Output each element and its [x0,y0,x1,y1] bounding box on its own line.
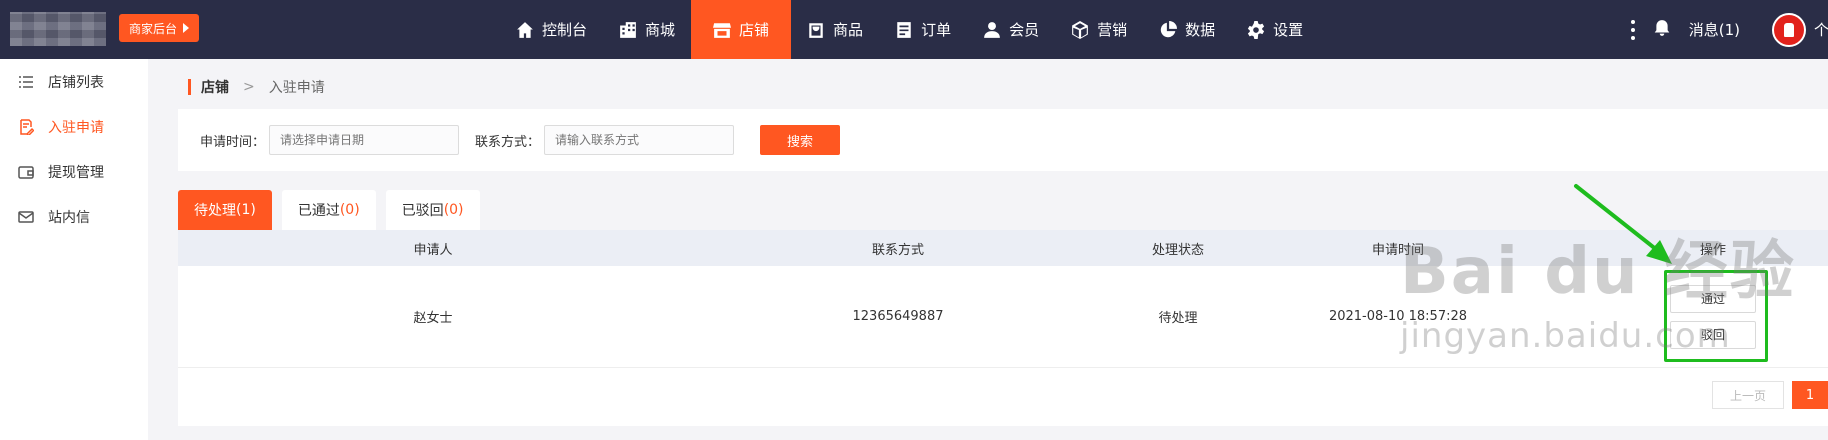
nav-label: 订单 [921,21,952,39]
date-input[interactable] [269,125,460,155]
filter-bar: 申请时间： 联系方式： 搜索 [178,109,1828,171]
breadcrumb-current: 入驻申请 [268,80,325,96]
column-header: 申请人 [413,242,453,258]
sidebar-item-label: 入驻申请 [48,119,104,136]
order-icon [897,21,911,38]
sidebar-item-inbox[interactable]: 站内信 [0,194,148,239]
nav-label: 控制台 [542,21,588,39]
caret-right-icon [183,23,189,33]
merchant-backend-label: 商家后台 [128,21,177,36]
table-row: 赵女士 12365649887 待处理 2021-08-10 18:57:28 … [178,266,1828,368]
nav-label: 数据 [1185,21,1216,39]
tab-count: (0) [339,202,360,218]
column-header: 申请时间 [1371,242,1424,258]
sidebar-item-label: 店铺列表 [48,74,104,91]
tab-label: 已通过 [297,203,340,219]
mail-icon [18,210,34,223]
nav-label: 营销 [1097,21,1128,39]
sidebar-item-withdrawal[interactable]: 提现管理 [0,149,148,194]
tab-label: 已驳回 [401,203,444,219]
shop-icon [713,22,732,38]
nav-label: 会员 [1009,21,1040,39]
user-icon [984,21,1000,38]
tab-count: (1) [236,202,256,218]
contact-cell: 12365649887 [852,309,944,324]
sidebar-item-label: 提现管理 [48,164,104,181]
avatar[interactable] [1772,12,1806,47]
applicant-cell: 赵女士 [413,311,453,326]
tab-rejected[interactable]: 已驳回 (0) [385,190,480,230]
contact-input[interactable] [544,125,735,155]
main-nav: 控制台 商城 店铺 商品 订单 会员 营销 数据 设置 [500,0,1319,59]
gear-icon [1248,20,1265,39]
contact-label: 联系方式： [475,134,541,150]
sidebar-item-shop-list[interactable]: 店铺列表 [0,59,148,104]
prev-page-button[interactable]: 上一页 [1712,381,1784,409]
page-number-button[interactable]: 1 [1792,381,1828,409]
status-cell: 待处理 [1158,311,1198,326]
tab-label: 待处理 [194,203,236,219]
pagination: 上一页 1 [1712,381,1828,409]
nav-item-shop[interactable]: 店铺 [691,0,792,59]
nav-label: 商城 [645,21,676,39]
bag-icon [809,22,823,38]
breadcrumb-home[interactable]: 店铺 [201,77,229,97]
search-button[interactable]: 搜索 [760,125,841,155]
breadcrumb-accent-bar [188,79,191,95]
column-header: 联系方式 [871,242,924,258]
application-icon [20,118,34,135]
user-name[interactable]: 个 [1814,19,1828,40]
nav-item-settings[interactable]: 设置 [1231,0,1319,59]
messages-link[interactable]: 消息(1) [1689,19,1740,40]
tab-count: (0) [443,202,464,218]
tab-approved[interactable]: 已通过 (0) [281,190,376,230]
nav-item-products[interactable]: 商品 [791,0,879,59]
sidebar-item-application[interactable]: 入驻申请 [0,104,148,149]
wallet-icon [18,165,34,179]
merchant-backend-button[interactable]: 商家后台 [119,14,199,42]
sidebar-item-label: 站内信 [48,209,90,226]
date-label: 申请时间： [200,134,266,150]
green-arrow-icon [1574,184,1672,264]
nav-label: 设置 [1273,21,1304,39]
nav-item-data[interactable]: 数据 [1143,0,1231,59]
pie-chart-icon [1160,20,1178,37]
time-cell: 2021-08-10 18:57:28 [1328,309,1468,324]
top-navbar: 商家后台 控制台 商城 店铺 商品 订单 会员 营销 数据 设置 消息(1) 个 [0,0,1828,59]
more-vertical-icon[interactable] [1627,19,1639,40]
nav-item-marketing[interactable]: 营销 [1055,0,1143,59]
list-icon [19,75,33,88]
top-right-area: 消息(1) 个 [1627,0,1828,59]
breadcrumb: 店铺 > 入驻申请 [188,77,325,97]
sidebar: 店铺列表 入驻申请 提现管理 站内信 [0,59,148,440]
nav-label: 商品 [833,21,864,39]
nav-item-mall[interactable]: 商城 [603,0,691,59]
breadcrumb-separator: > [243,79,255,95]
building-icon [620,21,636,38]
home-icon [517,21,533,38]
cube-icon [1072,20,1088,39]
nav-item-orders[interactable]: 订单 [879,0,967,59]
nav-label: 店铺 [739,21,770,39]
nav-item-dashboard[interactable]: 控制台 [500,0,603,59]
highlight-box [1664,270,1768,362]
bell-icon[interactable] [1653,19,1671,41]
nav-item-members[interactable]: 会员 [967,0,1055,59]
logo[interactable] [10,12,106,46]
tab-pending[interactable]: 待处理 (1) [178,190,272,230]
status-tabs: 待处理 (1) 已通过 (0) 已驳回 (0) [178,190,480,230]
column-header: 处理状态 [1151,242,1204,258]
